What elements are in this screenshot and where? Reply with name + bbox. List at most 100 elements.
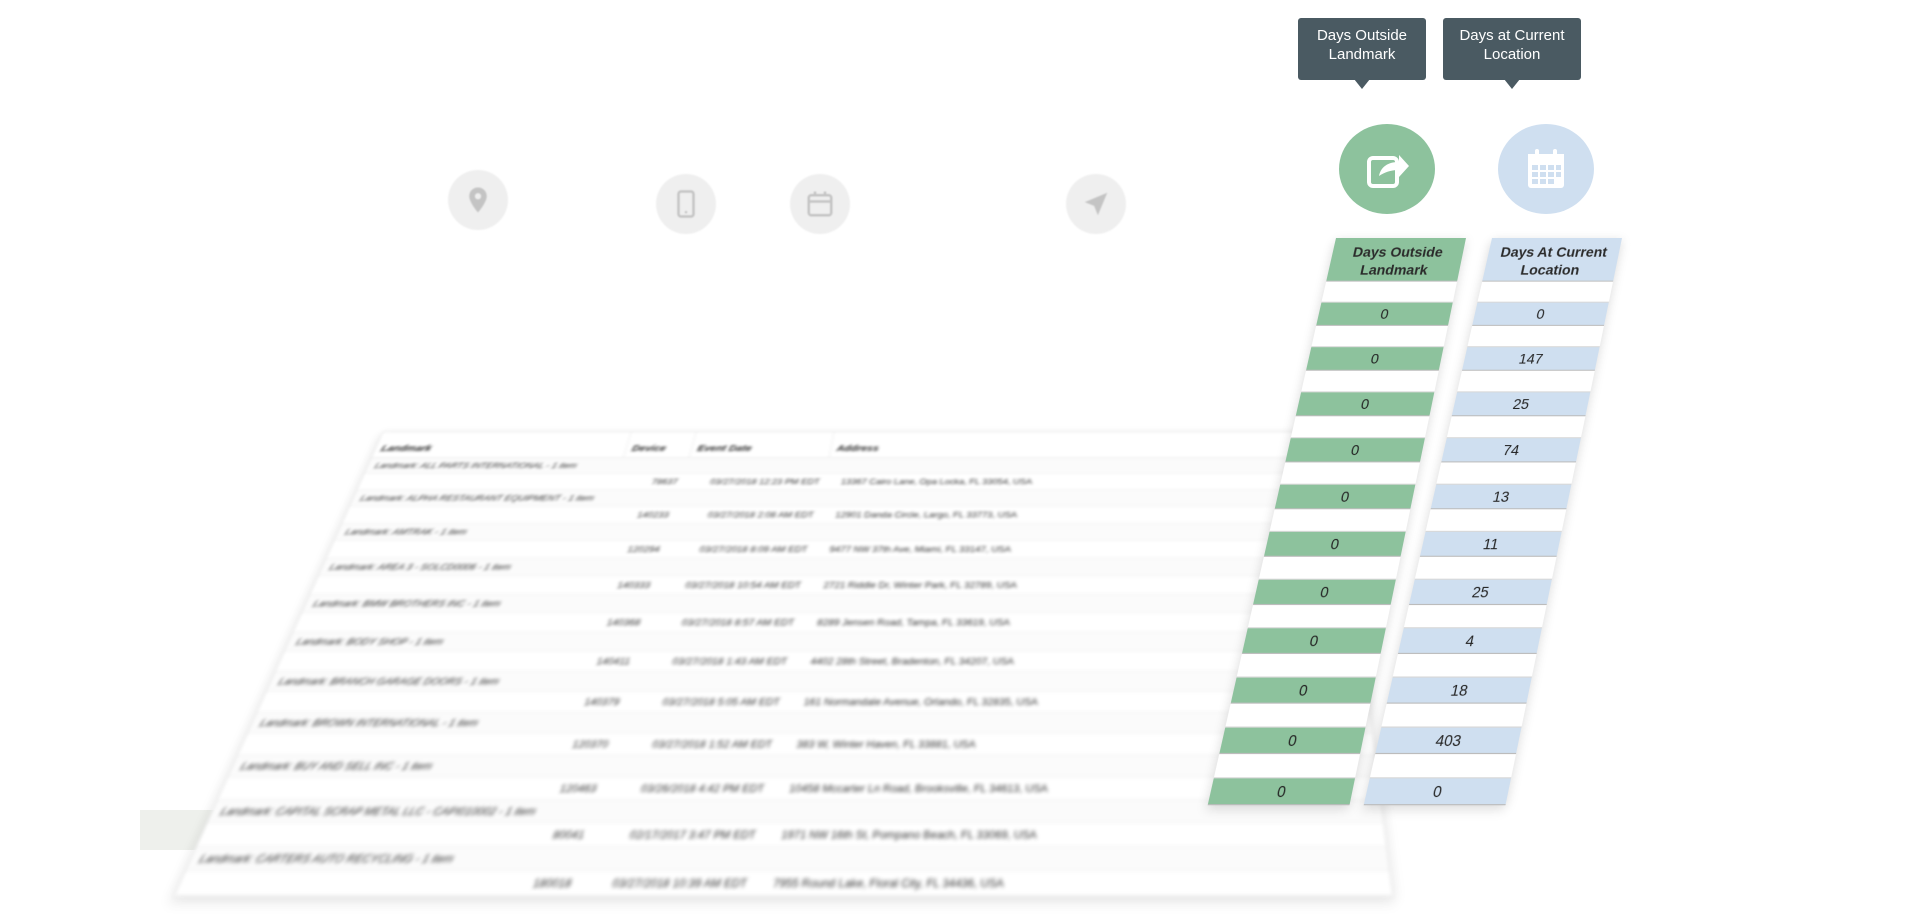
days-current-cell: 25 <box>1451 392 1591 417</box>
device-cell: 120463 <box>558 781 599 795</box>
landmark-cell <box>310 576 588 594</box>
event-date-cell: 03/27/2018 8:57 AM EDT <box>680 616 796 628</box>
days-current-cell: 0 <box>1363 778 1511 806</box>
group-row[interactable]: Landmark: BMW BROTHERS INC - 1 item <box>301 594 1358 613</box>
days-outside-cell: 0 <box>1252 579 1396 606</box>
landmark-cell <box>257 691 553 712</box>
group-row[interactable]: Landmark: BROWN INTERNATIONAL - 1 item <box>247 712 1373 734</box>
days-current-cell: 18 <box>1386 677 1532 704</box>
table-header: Landmark Device Event Date Address <box>371 432 1339 459</box>
table-row[interactable]: 140411 03/27/2018 1:43 AM EDT 4402 28th St… <box>275 651 1365 672</box>
event-date-cell: 03/27/2018 2:08 AM EDT <box>706 509 815 520</box>
device-cell: 120370 <box>571 738 610 751</box>
days-current-spacer <box>1425 509 1567 532</box>
calendar-grid-icon[interactable] <box>1498 124 1594 214</box>
table-row[interactable]: 120463 03/26/2018 4:42 PM EDT 10458 Mccart… <box>217 777 1381 801</box>
map-pin-icon <box>448 170 508 230</box>
days-outside-cell: 0 <box>1305 347 1444 371</box>
landmark-table: Landmark Device Event Date Address Landm… <box>173 431 1394 898</box>
days-current-cell: 25 <box>1408 579 1552 606</box>
days-current-cell: 4 <box>1397 628 1542 654</box>
days-current-spacer <box>1369 754 1516 779</box>
days-outside-spacer <box>1280 462 1420 485</box>
days-outside-spacer <box>1311 325 1448 348</box>
header-address[interactable]: Address <box>830 432 1338 457</box>
days-current-spacer <box>1381 703 1527 728</box>
group-row[interactable]: Landmark: BODY SHOP - 1 item <box>284 632 1363 652</box>
event-date-cell: 03/26/2018 4:42 PM EDT <box>639 781 766 795</box>
stage: Landmark Device Event Date Address Landm… <box>0 0 1920 922</box>
group-row[interactable]: Landmark: ALPHA RESTAURANT EQUIPMENT - 1… <box>349 490 1345 507</box>
landmark-cell <box>327 540 599 558</box>
landmark-cell <box>293 613 577 632</box>
days-outside-cell: 0 <box>1230 677 1376 704</box>
header-landmark[interactable]: Landmark <box>371 432 632 458</box>
header-event-date[interactable]: Event Date <box>689 432 835 458</box>
days-outside-cell: 0 <box>1241 628 1386 654</box>
address-cell: 12901 Danda Circle, Largo, FL 33773, USA <box>834 509 1018 520</box>
event-date-cell: 03/27/2018 1:43 AM EDT <box>671 655 789 667</box>
device-cell: 140333 <box>616 579 652 590</box>
event-date-cell: 03/27/2018 12:23 PM EDT <box>709 476 821 486</box>
share-arrow-icon[interactable] <box>1339 124 1435 214</box>
group-row[interactable]: Landmark: AREA 3 - SOLCD0006 - 1 item <box>318 558 1353 576</box>
days-outside-spacer <box>1321 281 1458 303</box>
landmark-cell <box>342 506 609 523</box>
days-outside-cell: 0 <box>1285 438 1425 463</box>
landmark-cell <box>276 651 566 671</box>
days-outside-spacer <box>1269 509 1411 532</box>
calendar-icon <box>790 174 850 234</box>
days-outside-spacer <box>1290 416 1430 439</box>
address-cell: 13367 Cairo Lane, Opa Locka, FL 33054, U… <box>840 476 1033 486</box>
days-outside-header[interactable]: Days Outside Landmark <box>1326 238 1466 282</box>
days-outside-cell: 0 <box>1274 484 1416 510</box>
table-row[interactable]: 120370 03/27/2018 1:52 AM EDT 383 W, Winte… <box>237 733 1375 756</box>
event-date-cell: 03/27/2018 10:39 AM EDT <box>610 876 749 890</box>
group-row[interactable]: Landmark: AMTRAK - 1 item <box>334 523 1349 541</box>
days-current-spacer <box>1467 325 1604 348</box>
tablet-icon <box>656 174 716 234</box>
table-row[interactable]: 180018 03/27/2018 10:39 AM EDT 7955 Round … <box>174 870 1393 897</box>
table-row[interactable]: 140233 03/27/2018 2:08 AM EDT 12901 Danda … <box>342 506 1347 524</box>
days-current-cell: 147 <box>1461 347 1600 371</box>
days-outside-cell: 0 <box>1263 531 1406 557</box>
days-current-spacer <box>1392 653 1537 678</box>
days-current-cell: 11 <box>1419 531 1562 557</box>
table-row[interactable]: 120294 03/27/2018 8:09 AM EDT 9477 NW 37th… <box>326 540 1351 559</box>
days-outside-spacer <box>1236 653 1381 678</box>
days-current-cell: 13 <box>1430 484 1572 510</box>
address-cell: 7955 Round Lake, Floral City, FL 34436, … <box>772 876 1005 890</box>
days-outside-cell: 0 <box>1207 778 1355 806</box>
group-row[interactable]: Landmark: BRANCH GARAGE DOORS - 1 item <box>266 671 1367 692</box>
tooltip-days-current: Days at Current Location <box>1443 18 1581 89</box>
address-cell: 1971 NW 16th St, Pompano Beach, FL 33069… <box>780 827 1038 842</box>
group-row[interactable]: Landmark: ALL PARTS INTERNATIONAL - 1 it… <box>364 458 1340 474</box>
days-current-spacer <box>1414 556 1557 580</box>
days-outside-cell: 0 <box>1316 302 1453 326</box>
event-date-cell: 03/27/2018 8:09 AM EDT <box>698 544 809 554</box>
days-current-spacer <box>1436 462 1576 485</box>
landmark-cell <box>175 871 500 896</box>
table-row[interactable]: 140379 03/27/2018 5:05 AM EDT 161 Normanda… <box>256 691 1370 713</box>
header-device[interactable]: Device <box>623 432 697 458</box>
tooltip-days-outside: Days Outside Landmark <box>1298 18 1426 89</box>
days-current-cell: 0 <box>1472 302 1609 326</box>
navigation-arrow-icon <box>1066 174 1126 234</box>
table-body: Landmark: ALL PARTS INTERNATIONAL - 1 it… <box>174 458 1393 897</box>
table-row[interactable]: 78637 03/27/2018 12:23 PM EDT 13367 Cairo … <box>357 473 1343 491</box>
group-row[interactable]: Landmark: CARTERS AUTO RECYCLING - 1 ite… <box>185 847 1390 871</box>
days-current-header[interactable]: Days At Current Location <box>1482 238 1622 282</box>
table-row[interactable]: 140368 03/27/2018 8:57 AM EDT 8289 Jensen … <box>293 612 1360 633</box>
landmark-cell <box>197 823 514 847</box>
device-cell: 140233 <box>636 509 671 520</box>
table-row[interactable]: 140333 03/27/2018 10:54 AM EDT 2721 Riddle… <box>310 575 1356 595</box>
days-current-cell: 74 <box>1441 438 1581 463</box>
landmark-cell <box>238 733 541 755</box>
days-outside-spacer <box>1301 370 1439 393</box>
event-date-cell: 02/17/2017 3:47 PM EDT <box>628 827 757 842</box>
group-row[interactable]: Landmark: BUY AND SELL INC - 1 item <box>228 755 1378 778</box>
days-current-cell: 403 <box>1375 727 1522 755</box>
table-row[interactable]: 80041 02/17/2017 3:47 PM EDT 1971 NW 16th … <box>196 822 1387 848</box>
device-cell: 80041 <box>551 827 587 842</box>
landmark-cell <box>218 777 528 800</box>
